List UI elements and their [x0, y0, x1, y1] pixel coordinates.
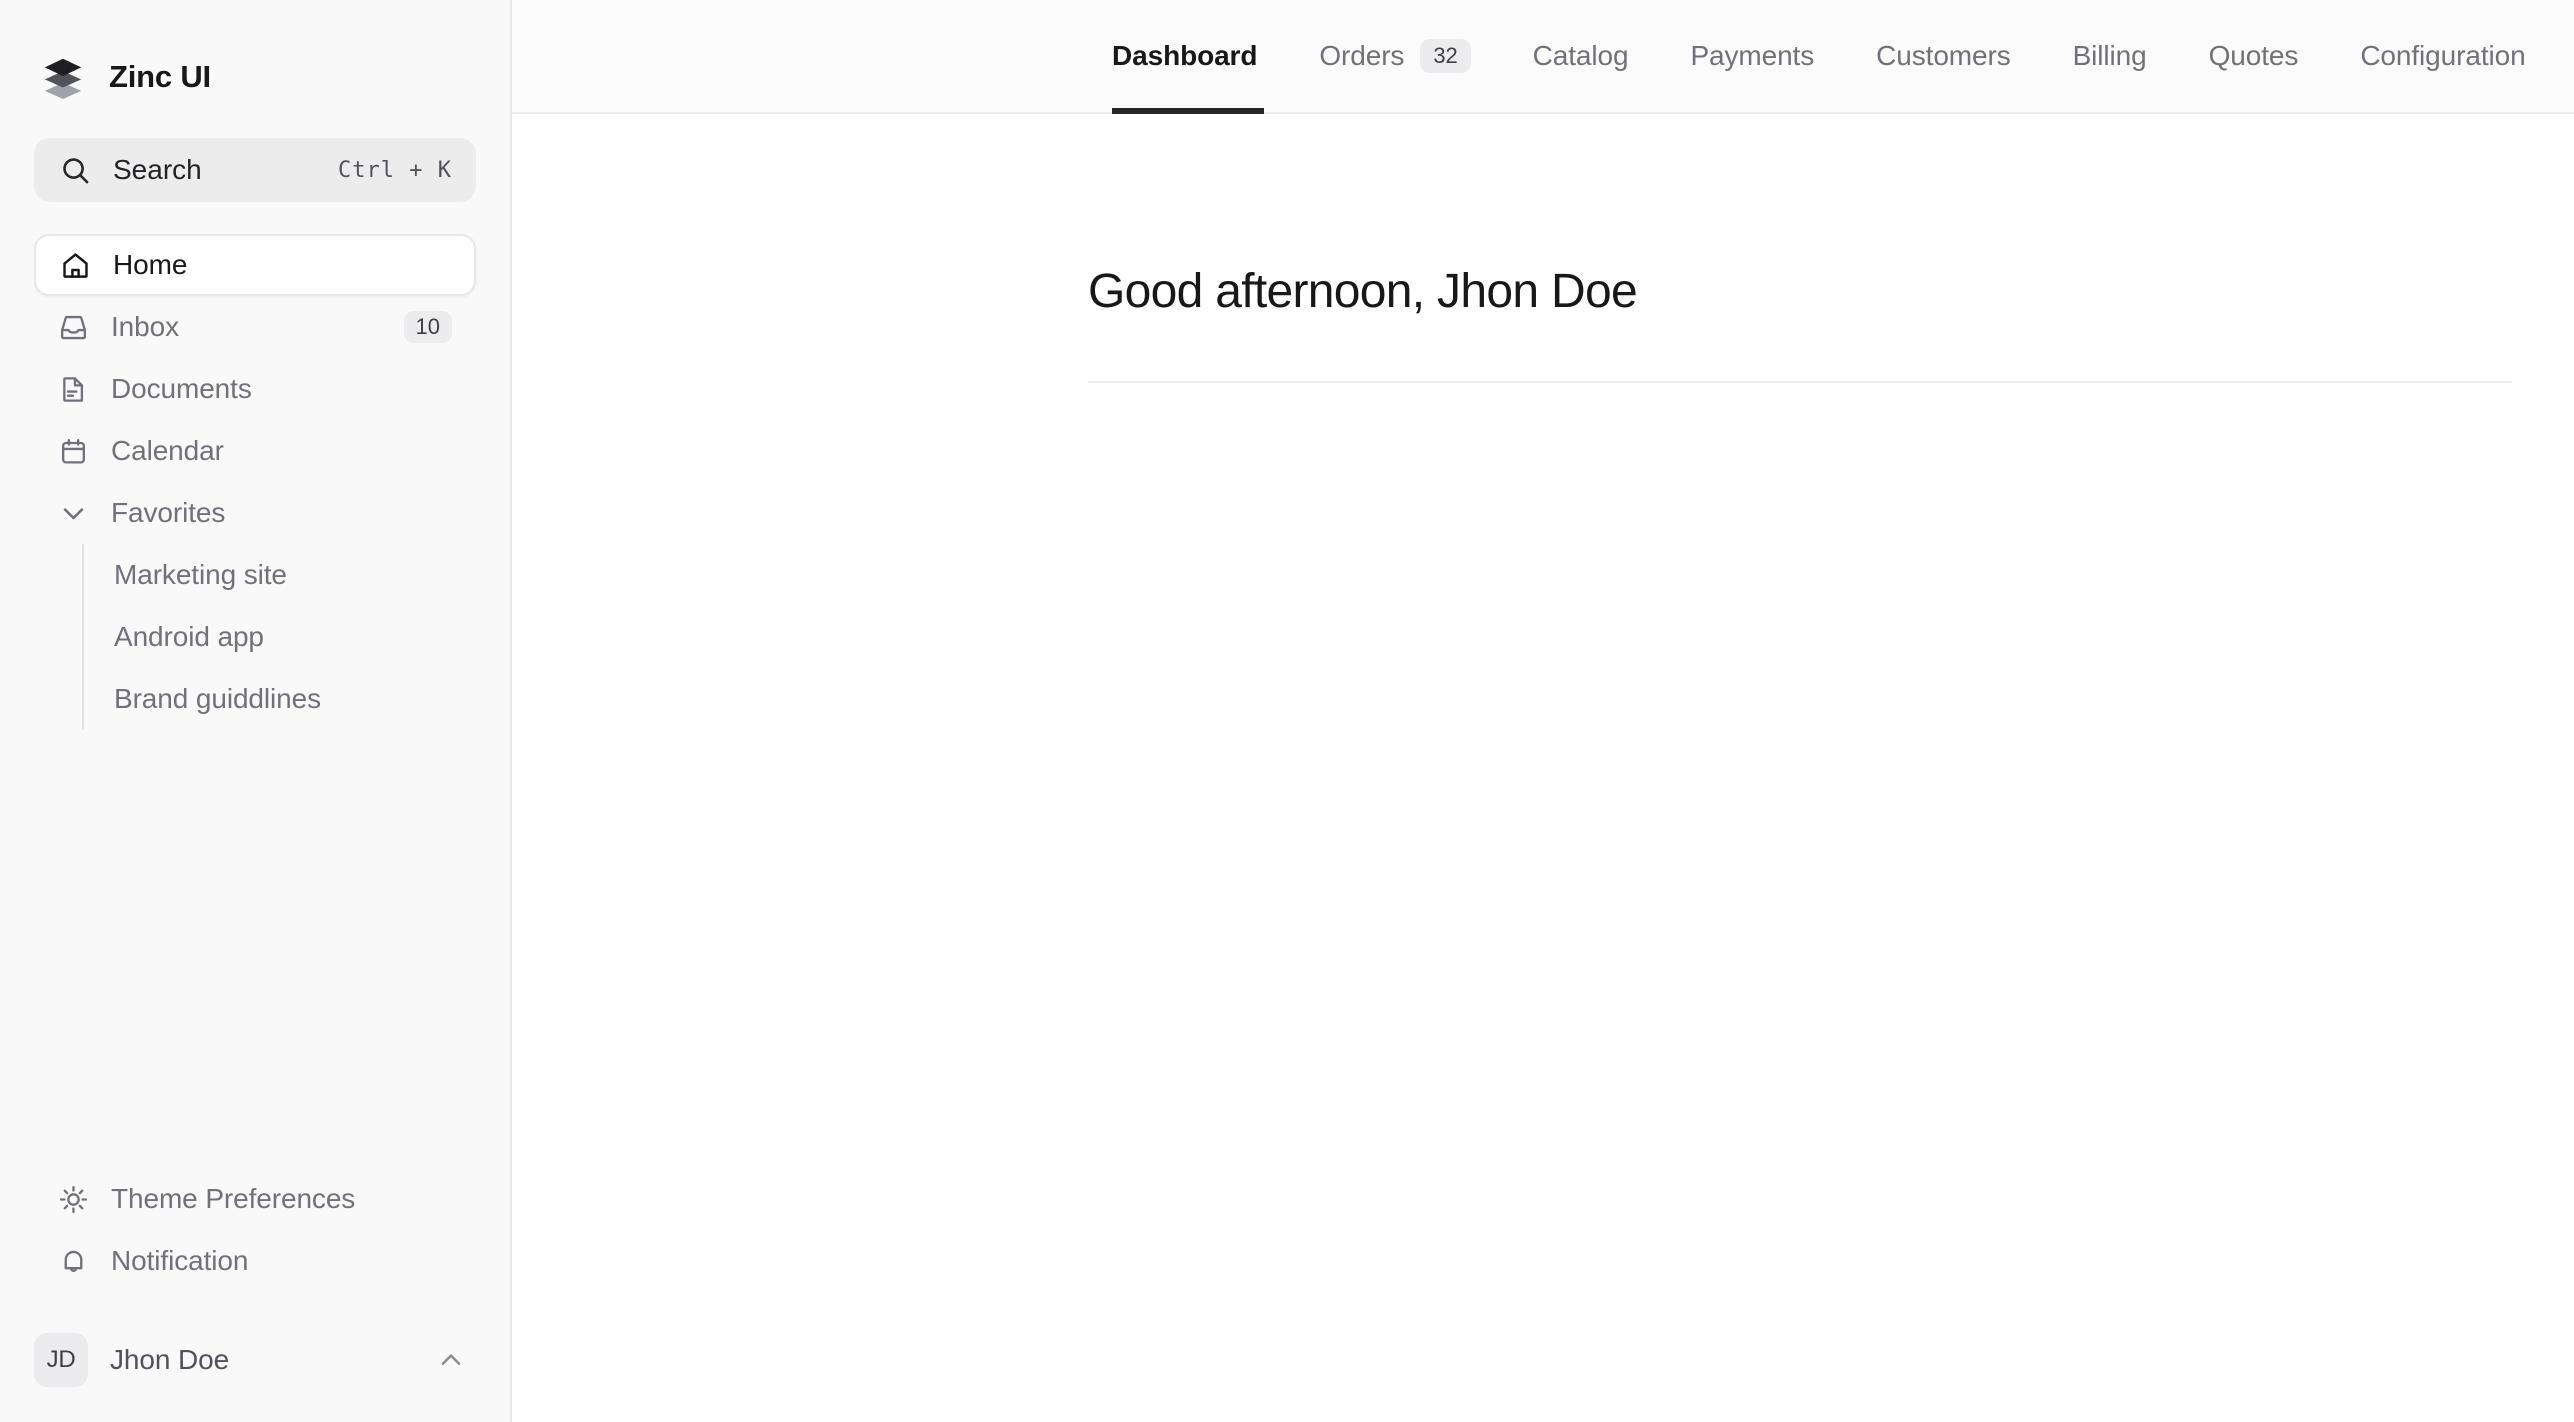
search-icon	[63, 157, 89, 183]
user-name: Jhon Doe	[110, 1344, 230, 1375]
tab-billing[interactable]: Billing	[2042, 0, 2178, 112]
sidebar-item-documents[interactable]: Documents	[34, 358, 476, 420]
bell-icon	[64, 1250, 83, 1272]
inbox-badge: 10	[403, 311, 452, 343]
sidebar-item-label: Inbox	[111, 311, 179, 342]
favorite-item-brand-guiddlines[interactable]: Brand guiddlines	[84, 668, 476, 730]
chevron-up-icon[interactable]	[436, 1345, 466, 1375]
chevron-down-icon	[63, 507, 84, 519]
main-area: Dashboard Orders 32 Catalog Payments Cus…	[512, 0, 2574, 1422]
sidebar-group-favorites[interactable]: Favorites	[34, 482, 476, 544]
page-title: Good afternoon, Jhon Doe	[1088, 265, 1638, 318]
content-area: Good afternoon, Jhon Doe	[512, 114, 2574, 383]
calendar-icon	[62, 438, 85, 464]
primary-nav: Home Inbox 10 Documents Calendar Favorit…	[0, 234, 510, 730]
tab-label: Billing	[2072, 40, 2147, 71]
tab-orders[interactable]: Orders 32	[1288, 0, 1501, 112]
user-menu[interactable]: JD Jhon Doe	[34, 1316, 476, 1404]
avatar: JD	[34, 1333, 88, 1387]
tab-label: Orders	[1319, 40, 1405, 71]
sidebar-item-theme-preferences[interactable]: Theme Preferences	[34, 1168, 476, 1230]
favorite-item-android-app[interactable]: Android app	[84, 606, 476, 668]
document-icon	[63, 376, 84, 402]
sidebar-item-home[interactable]: Home	[34, 234, 476, 296]
sidebar-item-notification[interactable]: Notification	[34, 1230, 476, 1292]
sidebar: Zinc UI Search Ctrl + K Home Inbox 10 Do…	[0, 0, 512, 1422]
favorite-item-marketing-site[interactable]: Marketing site	[84, 544, 476, 606]
tab-payments[interactable]: Payments	[1659, 0, 1845, 112]
orders-badge: 32	[1420, 39, 1471, 73]
app-root: Zinc UI Search Ctrl + K Home Inbox 10 Do…	[0, 0, 2574, 1422]
sidebar-item-calendar[interactable]: Calendar	[34, 420, 476, 482]
tab-label: Customers	[1876, 40, 2011, 71]
tab-label: Quotes	[2208, 40, 2299, 71]
search-placeholder: Search	[113, 154, 202, 185]
tab-customers[interactable]: Customers	[1845, 0, 2041, 112]
sidebar-item-label: Calendar	[111, 435, 224, 466]
brand[interactable]: Zinc UI	[0, 0, 510, 112]
content-divider	[1088, 381, 2512, 383]
favorites-sublist: Marketing site Android app Brand guiddli…	[82, 544, 476, 730]
sidebar-item-label: Notification	[111, 1245, 249, 1276]
search-input[interactable]: Search Ctrl + K	[34, 138, 476, 202]
tab-label: Dashboard	[1112, 40, 1258, 71]
tab-dashboard[interactable]: Dashboard	[1088, 0, 1288, 114]
search-shortcut: Ctrl + K	[338, 157, 452, 183]
favorites-label: Favorites	[111, 497, 226, 528]
tab-catalog[interactable]: Catalog	[1502, 0, 1660, 112]
sidebar-item-label: Theme Preferences	[111, 1183, 356, 1214]
sun-icon	[59, 1185, 88, 1213]
tab-configuration[interactable]: Configuration	[2329, 0, 2556, 112]
brand-name: Zinc UI	[109, 59, 211, 94]
sidebar-item-label: Documents	[111, 373, 252, 404]
layers-stack-icon	[44, 58, 82, 100]
tab-label: Catalog	[1532, 40, 1629, 71]
sidebar-bottom-nav: Theme Preferences Notification	[0, 1168, 510, 1292]
favorite-item-label: Android app	[114, 621, 264, 652]
favorite-item-label: Marketing site	[114, 559, 287, 590]
tab-quotes[interactable]: Quotes	[2178, 0, 2330, 112]
inbox-icon	[60, 315, 87, 339]
sidebar-item-label: Home	[113, 249, 188, 280]
tab-label: Payments	[1690, 40, 1815, 71]
tab-bar: Dashboard Orders 32 Catalog Payments Cus…	[512, 0, 2574, 114]
favorite-item-label: Brand guiddlines	[114, 683, 321, 714]
home-icon	[63, 252, 88, 278]
tab-label: Configuration	[2360, 40, 2526, 71]
sidebar-item-inbox[interactable]: Inbox 10	[34, 296, 476, 358]
